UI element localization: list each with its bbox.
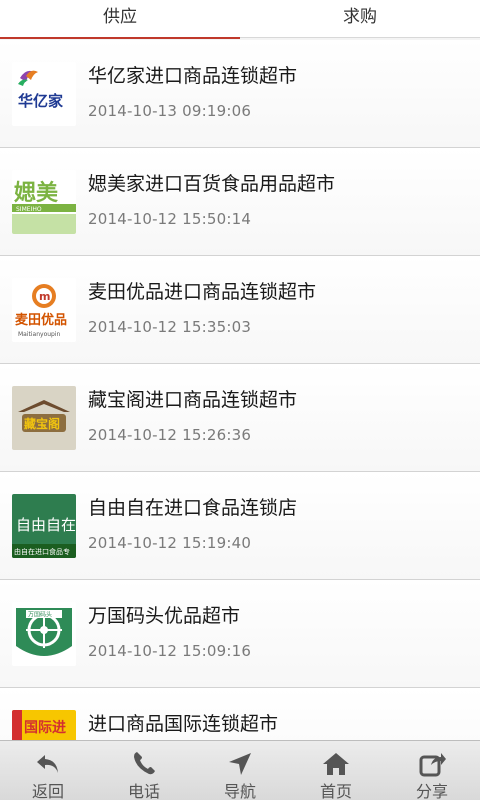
svg-text:自由自在: 自由自在 xyxy=(16,516,76,534)
store-logo: m 麦田优品 Maitianyoupin xyxy=(12,278,76,342)
item-title: 藏宝阁进口商品连锁超市 xyxy=(88,389,298,411)
item-title: 进口商品国际连锁超市 xyxy=(88,713,279,735)
list-item[interactable]: 自由自在 由自在进口食品专 自由自在进口食品连锁店 2014-10-12 15:… xyxy=(0,472,480,580)
share-button[interactable]: 分享 xyxy=(384,741,480,800)
store-list: 华亿家 华亿家进口商品连锁超市 2014-10-13 09:19:06 媤美 S… xyxy=(0,40,480,796)
item-date: 2014-10-12 15:35:03 xyxy=(88,318,252,336)
item-date: 2014-10-13 09:19:06 xyxy=(88,102,252,120)
list-item[interactable]: 媤美 SIMEIHO 媤美家进口百货食品用品超市 2014-10-12 15:5… xyxy=(0,148,480,256)
svg-text:华亿家: 华亿家 xyxy=(18,92,63,110)
home-button[interactable]: 首页 xyxy=(288,741,384,800)
item-date: 2014-10-12 15:50:14 xyxy=(88,210,252,228)
navigation-label: 导航 xyxy=(223,782,256,800)
list-item[interactable]: 藏宝阁 藏宝阁进口商品连锁超市 2014-10-12 15:26:36 xyxy=(0,364,480,472)
home-label: 首页 xyxy=(319,782,352,800)
item-title: 媤美家进口百货食品用品超市 xyxy=(88,173,336,195)
store-logo: 自由自在 由自在进口食品专 xyxy=(12,494,76,558)
item-title: 麦田优品进口商品连锁超市 xyxy=(88,281,317,303)
tab-bar: 供应 求购 xyxy=(0,0,480,39)
share-label: 分享 xyxy=(415,782,448,800)
store-logo: 媤美 SIMEIHO xyxy=(12,170,76,234)
share-icon xyxy=(419,753,446,777)
item-date: 2014-10-12 15:09:16 xyxy=(88,642,252,660)
svg-text:SIMEIHO: SIMEIHO xyxy=(16,206,42,213)
svg-text:麦田优品: 麦田优品 xyxy=(15,312,67,328)
svg-text:Maitianyoupin: Maitianyoupin xyxy=(18,331,61,338)
app-screen: 供应 求购 华亿家 华亿家进口商品连锁超市 2014-10-13 09:19:0… xyxy=(0,0,480,800)
store-logo: 藏宝阁 xyxy=(12,386,76,450)
item-date: 2014-10-12 15:19:40 xyxy=(88,534,252,552)
store-logo: 万国码头 xyxy=(12,602,76,666)
svg-text:由自在进口食品专: 由自在进口食品专 xyxy=(14,547,70,556)
back-label: 返回 xyxy=(31,782,64,800)
home-icon xyxy=(323,753,349,775)
item-title: 华亿家进口商品连锁超市 xyxy=(88,65,298,87)
store-logo: 华亿家 xyxy=(12,62,76,126)
phone-icon xyxy=(134,752,155,775)
phone-button[interactable]: 电话 xyxy=(96,741,192,800)
item-title: 自由自在进口食品连锁店 xyxy=(88,497,298,519)
item-date: 2014-10-12 15:26:36 xyxy=(88,426,252,444)
list-item[interactable]: 华亿家 华亿家进口商品连锁超市 2014-10-13 09:19:06 xyxy=(0,40,480,148)
list-item[interactable]: m 麦田优品 Maitianyoupin 麦田优品进口商品连锁超市 2014-1… xyxy=(0,256,480,364)
tab-purchase[interactable]: 求购 xyxy=(240,0,480,38)
tab-supply[interactable]: 供应 xyxy=(0,0,240,39)
navigation-icon xyxy=(229,753,251,775)
list-item[interactable]: 万国码头 万国码头优品超市 2014-10-12 15:09:16 xyxy=(0,580,480,688)
bottom-nav-bar: 返回 电话 导航 首页 分享 xyxy=(0,740,480,800)
back-button[interactable]: 返回 xyxy=(0,741,96,800)
svg-text:m: m xyxy=(39,290,50,303)
svg-text:国际进: 国际进 xyxy=(24,720,66,736)
svg-text:藏宝阁: 藏宝阁 xyxy=(24,416,60,431)
navigation-button[interactable]: 导航 xyxy=(192,741,288,800)
back-arrow-icon xyxy=(37,755,58,773)
phone-label: 电话 xyxy=(127,782,160,800)
item-title: 万国码头优品超市 xyxy=(88,605,241,627)
svg-text:万国码头: 万国码头 xyxy=(28,611,52,619)
svg-text:媤美: 媤美 xyxy=(14,180,59,206)
